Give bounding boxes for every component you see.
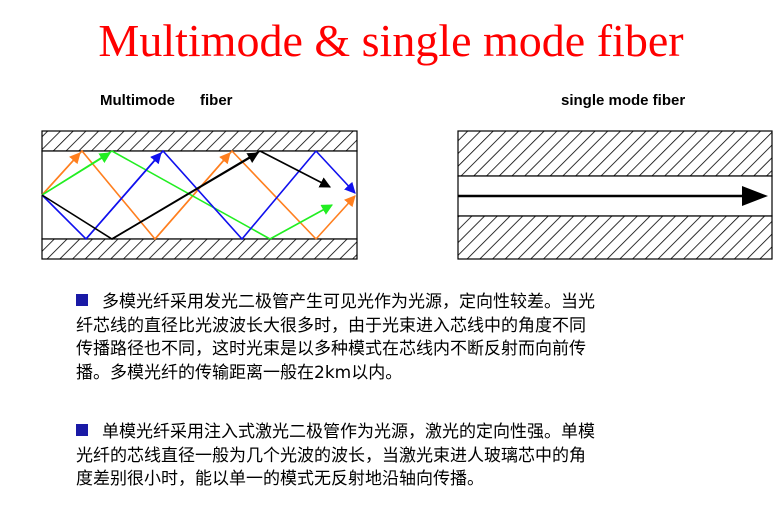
single-mode-paragraph: 单模光纤采用注入式激光二极管作为光源，激光的定向性强。单模 光纤的芯线直径一般为… (76, 421, 756, 492)
square-bullet-icon (76, 294, 88, 306)
multimode-core (41, 150, 358, 240)
single-mode-cladding-top (457, 130, 773, 177)
paragraph-line: 纤芯线的直径比光波波长大很多时，由于光束进入芯线中的角度不同 (76, 315, 586, 336)
paragraph-line: 多模光纤采用发光二极管产生可见光作为光源，定向性较差。当光 (76, 291, 756, 315)
multimode-fiber (41, 130, 358, 260)
multimode-cladding-bottom (41, 238, 358, 260)
paragraph-line: 单模光纤采用注入式激光二极管作为光源，激光的定向性强。单模 (76, 421, 756, 445)
fiber-diagrams (41, 130, 773, 260)
single-mode-cladding-bottom (457, 215, 773, 260)
multimode-paragraph: 多模光纤采用发光二极管产生可见光作为光源，定向性较差。当光 纤芯线的直径比光波波… (76, 291, 756, 385)
paragraph-line: 播。多模光纤的传输距离一般在2km以内。 (76, 362, 403, 383)
paragraph-line: 度差别很小时，能以单一的模式无反射地沿轴向传播。 (76, 469, 484, 489)
square-bullet-icon (76, 424, 88, 436)
multimode-cladding-top (41, 130, 358, 152)
paragraph-line: 光纤的芯线直径一般为几个光波的波长，当激光束进人玻璃芯中的角 (76, 445, 586, 466)
paragraph-line: 传播路径也不同，这时光束是以多种模式在芯线内不断反射而向前传 (76, 339, 586, 359)
single-mode-fiber (457, 130, 773, 260)
